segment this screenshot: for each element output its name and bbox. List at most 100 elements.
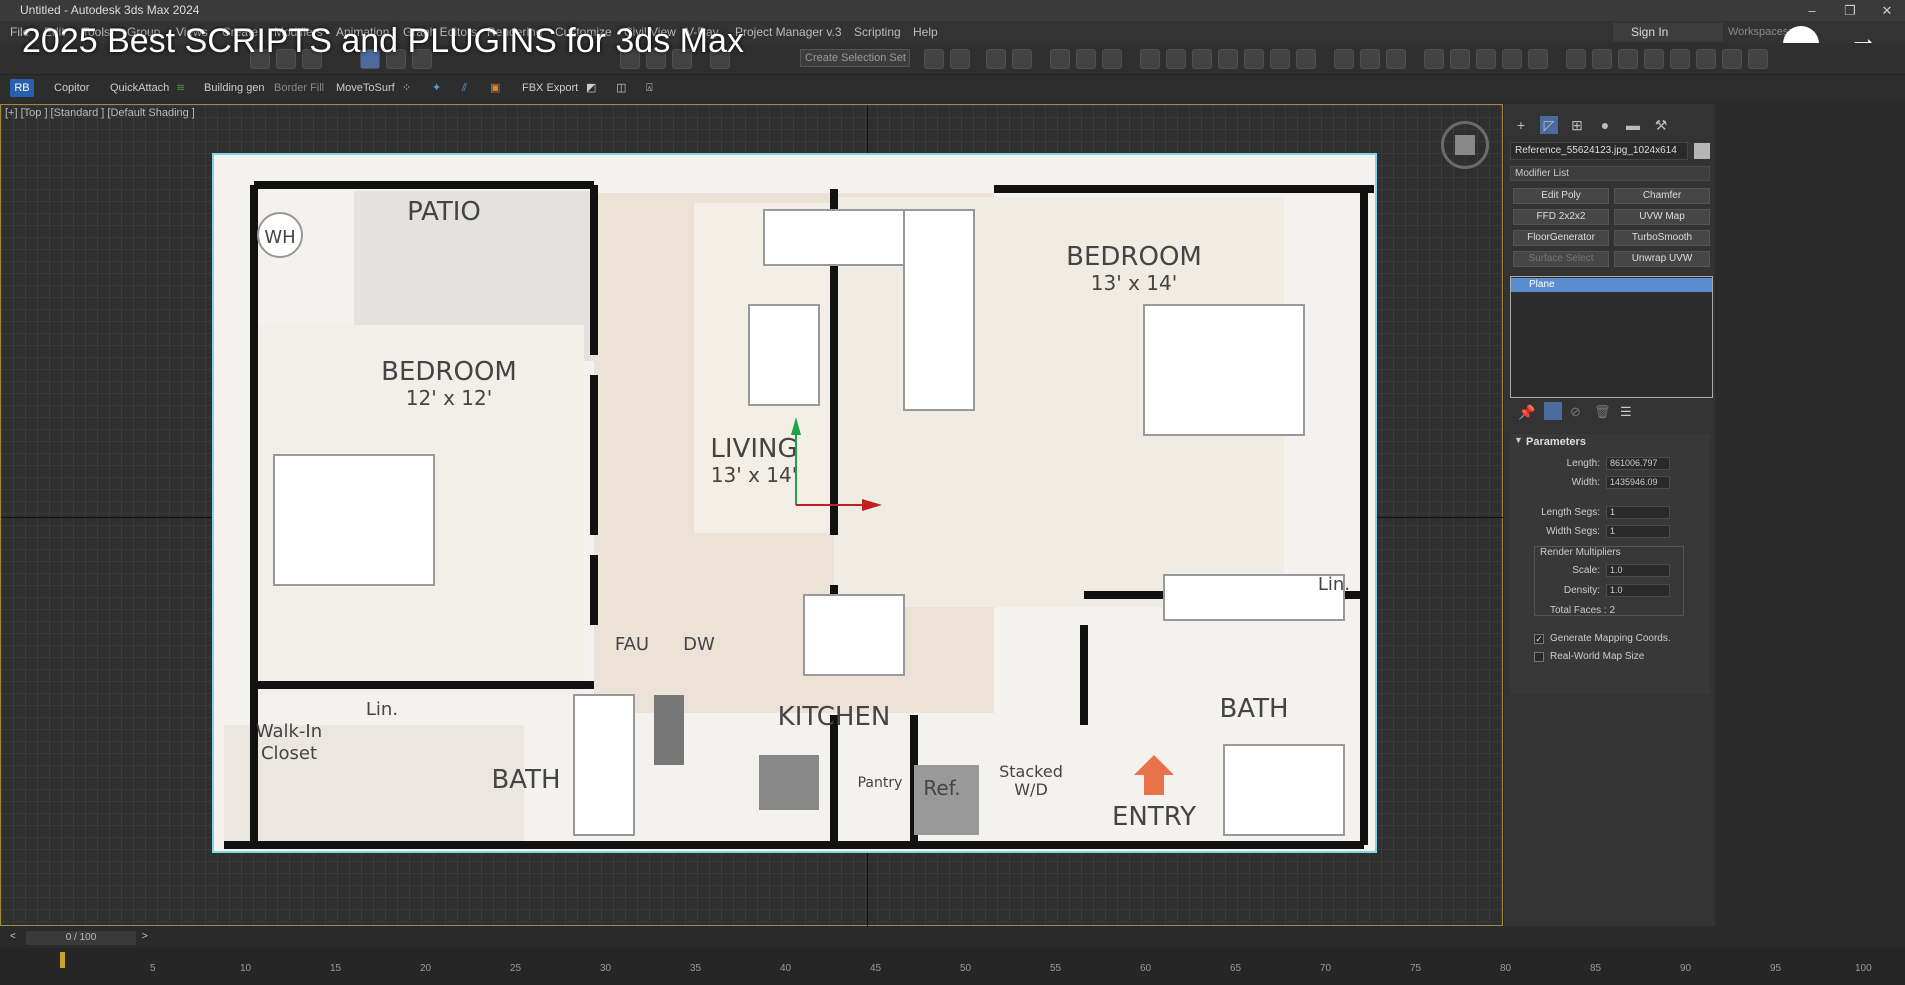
tool-icon-l[interactable] xyxy=(1722,49,1742,69)
material-editor-icon[interactable] xyxy=(1140,49,1160,69)
menu-scripting[interactable]: Scripting xyxy=(854,21,901,43)
vray-icon[interactable] xyxy=(1270,49,1290,69)
tool-orange-icon[interactable]: ▣ xyxy=(490,75,500,101)
warning-icon[interactable] xyxy=(1244,49,1264,69)
building-gen-icon[interactable]: ≋ xyxy=(176,75,185,101)
minimize-button[interactable]: – xyxy=(1795,0,1829,21)
tool-icon-i[interactable] xyxy=(1644,49,1664,69)
hierarchy-tab-icon[interactable]: ⊞ xyxy=(1568,116,1586,134)
rendered-frame-icon[interactable] xyxy=(1192,49,1212,69)
chamfer-button[interactable]: Chamfer xyxy=(1614,188,1710,204)
movetosurf-button[interactable]: MoveToSurf xyxy=(336,75,395,101)
create-tab-icon[interactable]: + xyxy=(1512,116,1530,134)
menu-help[interactable]: Help xyxy=(913,21,938,43)
motion-tab-icon[interactable]: ● xyxy=(1596,116,1614,134)
configure-sets-icon[interactable]: ☰ xyxy=(1620,404,1632,420)
ribbon-toggle-icon[interactable] xyxy=(1050,49,1070,69)
floorgenerator-button[interactable]: FloorGenerator xyxy=(1513,230,1609,246)
viewport-label[interactable]: [+] [Top ] [Standard ] [Default Shading … xyxy=(5,107,195,119)
tool-icon-j[interactable] xyxy=(1670,49,1690,69)
density-field[interactable]: 1.0 xyxy=(1606,584,1670,597)
scale-field[interactable]: 1.0 xyxy=(1606,564,1670,577)
rb-logo[interactable]: RB xyxy=(10,79,34,97)
help-icon[interactable] xyxy=(1386,49,1406,69)
uvw-map-button[interactable]: UVW Map xyxy=(1614,209,1710,225)
vray-light-icon[interactable] xyxy=(1296,49,1316,69)
prev-frame-icon[interactable]: < xyxy=(10,931,16,942)
mirror-icon[interactable] xyxy=(924,49,944,69)
next-frame-icon[interactable]: > xyxy=(142,931,148,942)
render-icon[interactable] xyxy=(1218,49,1238,69)
modify-tab-icon[interactable]: ◸ xyxy=(1540,116,1558,134)
turbosmooth-button[interactable]: TurboSmooth xyxy=(1614,230,1710,246)
viewcube[interactable] xyxy=(1441,121,1489,169)
sign-in-dropdown[interactable]: Sign In xyxy=(1613,23,1723,41)
schematic-view-icon[interactable] xyxy=(1102,49,1122,69)
tool-icon-h[interactable] xyxy=(1618,49,1638,69)
time-cursor[interactable] xyxy=(60,952,65,968)
tool-icon-g[interactable] xyxy=(1592,49,1612,69)
quickattach-button[interactable]: QuickAttach xyxy=(110,75,169,101)
tool-icon-a[interactable] xyxy=(1424,49,1444,69)
frame-counter[interactable]: 0 / 100 xyxy=(26,931,136,945)
dots-icon[interactable]: ⁘ xyxy=(402,75,411,101)
edit-poly-button[interactable]: Edit Poly xyxy=(1513,188,1609,204)
time-slider[interactable]: < 0 / 100 > xyxy=(0,928,1905,948)
remove-modifier-icon[interactable]: 🗑 xyxy=(1594,404,1611,420)
tool-lines-icon[interactable]: ⫽ xyxy=(462,75,467,101)
generate-mapping-checkbox[interactable]: ✓ xyxy=(1534,634,1544,644)
object-name-field[interactable]: Reference_55624123.jpg_1024x614 xyxy=(1510,142,1688,160)
pin-stack-icon[interactable]: 📌 xyxy=(1518,404,1535,421)
fbx-export-button[interactable]: FBX Export xyxy=(522,75,578,101)
length-segs-field[interactable]: 1 xyxy=(1606,506,1670,519)
object-color-swatch[interactable] xyxy=(1694,143,1710,159)
menu-project-manager[interactable]: Project Manager v.3 xyxy=(735,21,842,43)
copitor-button[interactable]: Copitor xyxy=(54,75,89,101)
parameters-header[interactable]: Parameters xyxy=(1510,434,1710,450)
reference-plane[interactable]: PATIO WH BEDROOM 12' x 12' LIVING 13' x … xyxy=(212,153,1377,853)
viewcube-face[interactable] xyxy=(1455,135,1475,155)
layer-explorer-icon[interactable] xyxy=(1012,49,1032,69)
curve-editor-icon[interactable] xyxy=(1076,49,1096,69)
building-gen-button[interactable]: Building gen xyxy=(204,75,265,101)
unwrap-uvw-button[interactable]: Unwrap UVW xyxy=(1614,251,1710,267)
frame-icon[interactable]: ◩ xyxy=(586,75,596,101)
listener-icon[interactable] xyxy=(1360,49,1380,69)
width-segs-field[interactable]: 1 xyxy=(1606,525,1670,538)
tool-icon-f[interactable] xyxy=(1566,49,1586,69)
display-tab-icon[interactable]: ▬ xyxy=(1624,116,1642,134)
tool-icon-k[interactable] xyxy=(1696,49,1716,69)
figure-icon[interactable]: ⍓ xyxy=(646,75,653,101)
show-end-result-icon[interactable] xyxy=(1544,402,1562,420)
maximize-button[interactable]: ❐ xyxy=(1833,0,1867,21)
script-editor-icon[interactable] xyxy=(1334,49,1354,69)
make-unique-icon[interactable]: ⊘ xyxy=(1570,404,1581,420)
border-fill-button[interactable]: Border Fill xyxy=(274,75,324,101)
room-label: Ref. xyxy=(923,776,960,800)
length-field[interactable]: 861006.797 xyxy=(1606,457,1670,470)
utilities-tab-icon[interactable]: ⚒ xyxy=(1652,116,1670,134)
surface-select-button[interactable]: Surface Select xyxy=(1513,251,1609,267)
tool-icon-m[interactable] xyxy=(1748,49,1768,69)
tool-blue-icon[interactable]: ✦ xyxy=(432,75,441,101)
stack-item-plane[interactable]: Plane xyxy=(1511,278,1712,292)
tool-icon-d[interactable] xyxy=(1502,49,1522,69)
tool-icon-e[interactable] xyxy=(1528,49,1548,69)
selection-set-dropdown[interactable]: Create Selection Set xyxy=(800,49,910,67)
width-field[interactable]: 1435946.09 xyxy=(1606,476,1670,489)
ffd-button[interactable]: FFD 2x2x2 xyxy=(1513,209,1609,225)
scale-label: Scale: xyxy=(1572,565,1600,576)
modifier-stack[interactable]: Plane xyxy=(1510,276,1713,398)
scene-explorer-icon[interactable] xyxy=(986,49,1006,69)
select-frame-icon[interactable]: ◫ xyxy=(616,75,626,101)
timeline-track[interactable]: 5 10 15 20 25 30 35 40 45 50 55 60 65 70… xyxy=(0,948,1905,985)
render-setup-icon[interactable] xyxy=(1166,49,1186,69)
top-viewport[interactable]: [+] [Top ] [Standard ] [Default Shading … xyxy=(0,104,1504,927)
modifier-list-dropdown[interactable]: Modifier List xyxy=(1510,166,1710,181)
tool-icon-c[interactable] xyxy=(1476,49,1496,69)
close-button[interactable]: ✕ xyxy=(1870,0,1904,21)
collapse-arrow-icon[interactable]: ▼ xyxy=(1514,435,1523,445)
tool-icon-b[interactable] xyxy=(1450,49,1470,69)
align-icon[interactable] xyxy=(950,49,970,69)
real-world-checkbox[interactable] xyxy=(1534,652,1544,662)
